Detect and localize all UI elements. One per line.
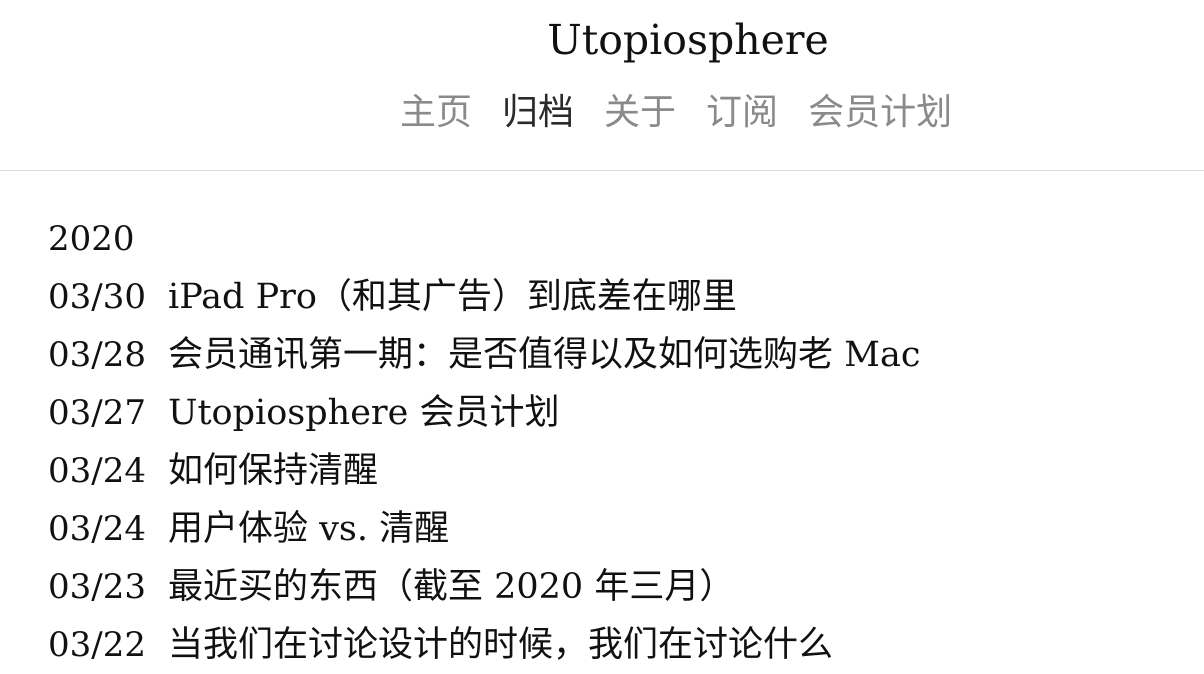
nav-item-membership[interactable]: 会员计划 <box>808 83 952 135</box>
nav-item-subscribe[interactable]: 订阅 <box>706 83 778 135</box>
list-item: 03/24 用户体验 vs. 清醒 <box>48 500 1188 558</box>
nav-item-archive[interactable]: 归档 <box>502 83 574 135</box>
list-item: 03/30 iPad Pro（和其广告）到底差在哪里 <box>48 268 1188 326</box>
list-item: 03/23 最近买的东西（截至 2020 年三月） <box>48 558 1188 616</box>
post-date: 03/27 <box>48 393 146 433</box>
post-date: 03/24 <box>48 509 146 549</box>
post-title-link[interactable]: iPad Pro（和其广告）到底差在哪里 <box>168 268 737 326</box>
post-date: 03/28 <box>48 335 146 375</box>
post-date: 03/23 <box>48 567 146 607</box>
archive-list: 2020 03/30 iPad Pro（和其广告）到底差在哪里 03/28 会员… <box>48 211 1188 674</box>
list-item: 03/27 Utopiosphere 会员计划 <box>48 384 1188 442</box>
post-date: 03/30 <box>48 277 146 317</box>
post-date: 03/24 <box>48 451 146 491</box>
list-item: 03/28 会员通讯第一期：是否值得以及如何选购老 Mac <box>48 326 1188 384</box>
nav-item-about[interactable]: 关于 <box>604 83 676 135</box>
list-item: 03/22 当我们在讨论设计的时候，我们在讨论什么 <box>48 616 1188 674</box>
nav-item-home[interactable]: 主页 <box>400 83 472 135</box>
post-date: 03/22 <box>48 625 146 665</box>
post-title-link[interactable]: 当我们在讨论设计的时候，我们在讨论什么 <box>168 616 833 674</box>
post-title-link[interactable]: 最近买的东西（截至 2020 年三月） <box>168 558 734 616</box>
list-item: 03/24 如何保持清醒 <box>48 442 1188 500</box>
site-title[interactable]: Utopiosphere <box>0 14 1204 66</box>
site-header: Utopiosphere 主页 归档 关于 订阅 会员计划 <box>0 0 1204 171</box>
post-title-link[interactable]: 如何保持清醒 <box>168 442 378 500</box>
post-title-link[interactable]: Utopiosphere 会员计划 <box>168 384 560 442</box>
main-nav: 主页 归档 关于 订阅 会员计划 <box>400 82 982 136</box>
archive-year-heading: 2020 <box>48 219 135 259</box>
post-title-link[interactable]: 会员通讯第一期：是否值得以及如何选购老 Mac <box>168 326 920 384</box>
post-title-link[interactable]: 用户体验 vs. 清醒 <box>168 500 449 558</box>
